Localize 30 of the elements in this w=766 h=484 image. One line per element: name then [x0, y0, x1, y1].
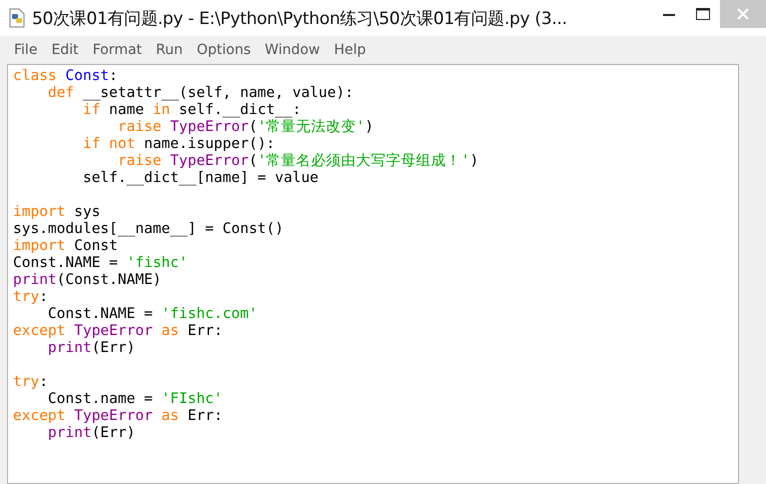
- code-line: except TypeError as Err:: [13, 323, 224, 340]
- code-line: if name in self.__dict__:: [82, 102, 302, 119]
- menu-item[interactable]: Options: [196, 42, 251, 58]
- menu-item[interactable]: Window: [264, 42, 320, 58]
- code-line: class Const:: [13, 68, 119, 85]
- code-line: self.__dict__[name] = value: [82, 170, 320, 187]
- code-line: Const.NAME = 'fishc.com': [46, 306, 258, 323]
- python-file-icon: [8, 8, 26, 28]
- code-line: import Const: [13, 238, 119, 255]
- code-line: except TypeError as Err:: [13, 408, 224, 425]
- code-line: Const.name = 'FIshc': [46, 391, 224, 408]
- menu-item[interactable]: Edit: [51, 42, 79, 58]
- code-line: raise TypeError('常量无法改变'): [116, 119, 375, 136]
- code-editor[interactable]: [7, 64, 739, 484]
- menu-item[interactable]: Format: [92, 42, 142, 58]
- menu-item[interactable]: Help: [334, 42, 366, 58]
- menu-item[interactable]: Run: [156, 42, 183, 58]
- code-line: print(Err): [46, 340, 136, 357]
- window-title: 50次课01有问题.py - E:\Python\Python练习\50次课01有问题.py (3...: [32, 8, 568, 30]
- code-line: sys.modules[__name__] = Const(): [13, 221, 285, 238]
- menu-item[interactable]: File: [14, 42, 38, 58]
- code-line: raise TypeError('常量名必须由大写字母组成！'): [116, 153, 480, 170]
- code-line: print(Const.NAME): [13, 272, 162, 289]
- code-line: def __setattr__(self, name, value):: [46, 85, 354, 102]
- code-line: try:: [13, 374, 49, 391]
- code-line: try:: [13, 289, 49, 306]
- code-line: Const.NAME = 'fishc': [13, 255, 189, 272]
- code-line: if not name.isupper():: [82, 136, 276, 153]
- code-line: print(Err): [46, 425, 136, 442]
- code-line: import sys: [13, 204, 102, 221]
